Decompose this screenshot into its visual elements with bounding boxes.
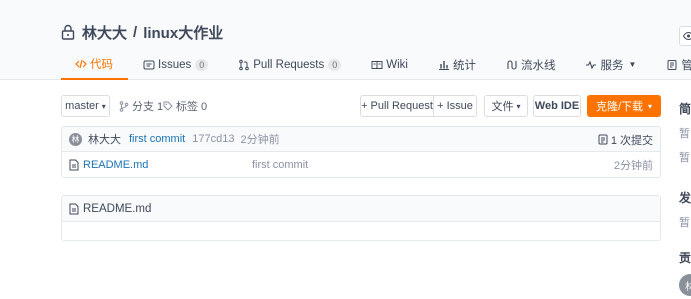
- stats-icon: [438, 59, 450, 71]
- file-dropdown-label: 文件: [491, 101, 514, 113]
- file-browser: 林 林大大 first commit 177cd13 2分钟前 1 次提交 RE…: [61, 126, 661, 178]
- tab-issues-label: Issues: [158, 58, 192, 71]
- sidebar-intro-heading: 简: [679, 102, 691, 116]
- tab-stats[interactable]: 统计: [423, 52, 491, 77]
- commits-icon: [598, 134, 608, 145]
- commit-sha-link[interactable]: 177cd13: [192, 133, 234, 145]
- branches-link[interactable]: 分支 1: [119, 95, 163, 117]
- tab-issues[interactable]: Issues 0: [128, 52, 223, 77]
- wiki-icon: [371, 59, 383, 71]
- file-icon: [69, 159, 79, 171]
- readme-panel: README.md: [61, 195, 661, 241]
- sidebar-intro-text-2: 暂: [679, 152, 690, 164]
- web-ide-button[interactable]: Web IDE: [533, 95, 581, 117]
- file-commit-message[interactable]: first commit: [252, 159, 308, 171]
- commit-time: 2分钟前: [240, 134, 280, 146]
- sidebar-intro-text: 暂: [679, 128, 690, 140]
- pull-requests-count-badge: 0: [328, 58, 342, 71]
- tab-code[interactable]: 代码: [61, 52, 128, 80]
- file-icon: [69, 203, 79, 215]
- tab-service-label: 服务: [600, 59, 624, 72]
- clone-download-label: 克隆/下载: [595, 101, 644, 113]
- repo-tabs: 代码 Issues 0 Pull Requests 0 Wiki 统计 流水线 …: [61, 52, 691, 80]
- avatar[interactable]: 林: [69, 132, 82, 146]
- manage-icon: [666, 59, 678, 71]
- sidebar-contrib-heading: 贡: [679, 251, 691, 265]
- issues-count-badge: 0: [195, 58, 209, 71]
- file-caret-icon: ▾: [516, 101, 521, 111]
- issues-icon: [143, 59, 155, 71]
- branch-caret-icon: ▾: [101, 101, 106, 111]
- tab-service[interactable]: 服务 ▼: [570, 52, 651, 77]
- new-issue-button[interactable]: + Issue: [433, 95, 477, 117]
- service-caret-icon: ▼: [628, 60, 637, 69]
- tab-wiki[interactable]: Wiki: [356, 52, 423, 77]
- watch-button[interactable]: [679, 26, 691, 46]
- clone-caret-icon: ▾: [648, 101, 653, 111]
- latest-commit-bar: 林 林大大 first commit 177cd13 2分钟前 1 次提交: [62, 127, 660, 152]
- file-name-link[interactable]: README.md: [83, 159, 148, 171]
- tags-link[interactable]: 标签 0: [163, 95, 207, 117]
- tab-pipeline-label: 流水线: [520, 59, 556, 72]
- repo-toolbar: master ▾ 分支 1 标签 0 + Pull Request + Issu…: [61, 95, 661, 117]
- file-dropdown-button[interactable]: 文件 ▾: [484, 95, 528, 117]
- repo-separator: /: [133, 23, 138, 41]
- branch-select-label: master: [65, 100, 99, 112]
- clone-download-button[interactable]: 克隆/下载 ▾: [587, 95, 661, 117]
- tab-manage-label: 管理: [681, 59, 691, 72]
- sidebar-release-text: 暂: [679, 217, 690, 229]
- sidebar-release-heading: 发: [679, 191, 691, 205]
- tab-manage[interactable]: 管理: [651, 52, 691, 77]
- avatar[interactable]: 林: [679, 274, 691, 296]
- repo-name-link[interactable]: linux大作业: [143, 22, 223, 43]
- pull-request-icon: [238, 59, 250, 71]
- commits-count-link[interactable]: 1 次提交: [598, 127, 653, 152]
- tab-wiki-label: Wiki: [386, 58, 408, 71]
- repo-header: 林大大 / linux大作业 代码 Issues 0 Pull Requests: [0, 0, 691, 80]
- tab-code-label: 代码: [90, 58, 113, 71]
- commits-count: 1 次提交: [610, 134, 653, 147]
- readme-header: README.md: [62, 196, 660, 222]
- branches-count: 分支 1: [132, 101, 164, 113]
- service-icon: [585, 59, 597, 71]
- new-pull-request-button[interactable]: + Pull Request: [360, 95, 434, 117]
- tab-pull-requests[interactable]: Pull Requests 0: [223, 52, 356, 77]
- code-icon: [75, 58, 87, 70]
- branch-select[interactable]: master ▾: [61, 95, 110, 117]
- tags-count: 标签 0: [176, 101, 208, 113]
- pipeline-icon: [506, 59, 518, 71]
- tab-pull-requests-label: Pull Requests: [253, 58, 325, 71]
- repo-owner-link[interactable]: 林大大: [82, 22, 127, 43]
- commit-author-link[interactable]: 林大大: [88, 131, 121, 147]
- branch-icon: [119, 100, 129, 112]
- tab-pipeline[interactable]: 流水线: [491, 52, 571, 77]
- readme-title: README.md: [83, 202, 152, 215]
- repo-title: 林大大 / linux大作业: [61, 21, 223, 43]
- table-row[interactable]: README.md first commit 2分钟前: [62, 152, 660, 177]
- commit-message-link[interactable]: first commit: [129, 133, 185, 145]
- file-commit-time: 2分钟前: [613, 160, 653, 172]
- lock-icon: [61, 24, 75, 40]
- tag-icon: [163, 101, 173, 111]
- tab-stats-label: 统计: [452, 59, 476, 72]
- eye-icon: [683, 32, 691, 40]
